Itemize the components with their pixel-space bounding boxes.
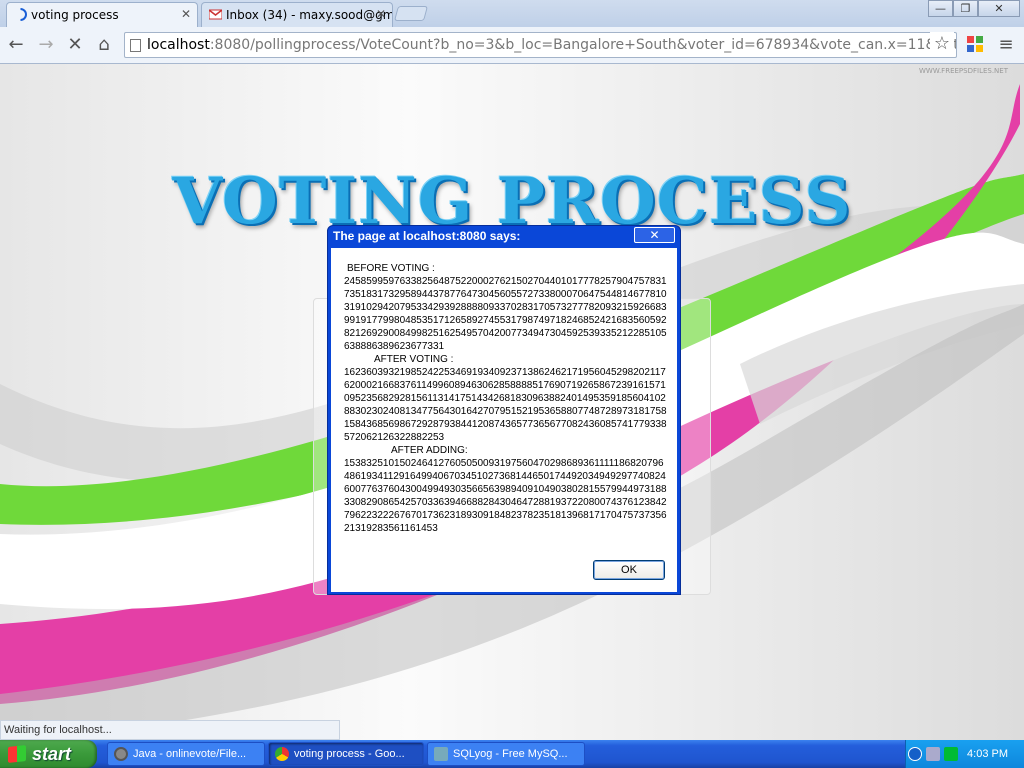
loading-spinner-icon [20,8,27,21]
before-voting-value: 2458599597633825648752200027621502704401… [344,276,667,352]
page-icon [130,39,141,52]
system-tray: 4:03 PM [905,740,1024,768]
taskbar: start Java - onlinevote/File... voting p… [0,740,1024,768]
tab-close-icon[interactable]: ✕ [181,7,191,21]
address-bar[interactable]: localhost:8080/pollingprocess/VoteCount?… [124,32,957,58]
dialog-title: The page at localhost:8080 says: [333,229,521,243]
taskbar-item-chrome[interactable]: voting process - Goo... [268,742,424,766]
tray-app-icon[interactable] [944,747,958,761]
before-voting-label: BEFORE VOTING : [347,263,435,274]
after-adding-label: AFTER ADDING: [391,445,468,456]
after-voting-label: AFTER VOTING : [374,354,454,365]
title-bar: voting process ✕ Inbox (34) - maxy.sood@… [0,0,1024,27]
java-gear-icon [114,747,128,761]
url-host: localhost [147,37,210,53]
taskbar-item-label: Java - onlinevote/File... [133,748,247,760]
dialog-body: BEFORE VOTING : 245859959763382564875220… [331,248,677,592]
taskbar-item-java[interactable]: Java - onlinevote/File... [107,742,265,766]
new-tab-button[interactable] [393,6,429,21]
gmail-icon [209,9,222,20]
tab-label: voting process [31,8,119,22]
home-icon[interactable]: ⌂ [92,33,116,57]
after-adding-value: 1538325101502464127605050093197560470298… [344,458,667,534]
start-button[interactable]: start [0,740,97,768]
stop-icon[interactable]: ✕ [63,33,87,57]
windows-logo-icon [8,745,26,763]
close-window-button[interactable]: ✕ [978,0,1020,17]
chrome-menu-icon[interactable]: ≡ [994,33,1018,57]
url-path: :8080/pollingprocess/VoteCount?b_no=3&b_… [209,37,957,53]
start-label: start [32,744,72,764]
sqlyog-icon [434,747,448,761]
ok-button[interactable]: OK [593,560,665,580]
tab-label: Inbox (34) - maxy.sood@gm [226,8,393,22]
status-bubble: Waiting for localhost... [0,720,340,740]
tab-inbox[interactable]: Inbox (34) - maxy.sood@gm ✕ [201,2,393,27]
taskbar-item-sqlyog[interactable]: SQLyog - Free MySQ... [427,742,585,766]
taskbar-item-label: voting process - Goo... [294,748,405,760]
alert-dialog: The page at localhost:8080 says: ✕ BEFOR… [327,225,681,595]
chrome-icon [275,747,289,761]
extension-icon[interactable] [966,35,984,53]
forward-icon[interactable]: → [34,33,58,57]
clock[interactable]: 4:03 PM [967,740,1008,768]
back-icon[interactable]: ← [4,33,28,57]
browser-window-frame: voting process ✕ Inbox (34) - maxy.sood@… [0,0,1024,64]
tab-voting-process[interactable]: voting process ✕ [6,2,198,27]
dialog-message: BEFORE VOTING : 245859959763382564875220… [344,262,669,535]
dialog-close-button[interactable]: ✕ [634,227,675,243]
minimize-button[interactable]: — [928,0,953,17]
tab-close-icon[interactable]: ✕ [376,7,386,21]
maximize-button[interactable]: ❐ [953,0,978,17]
network-icon[interactable] [926,747,940,761]
navigation-toolbar: ← → ✕ ⌂ localhost:8080/pollingprocess/Vo… [0,27,1024,64]
watermark-text: WWW.FREEPSDFILES.NET [919,67,1008,75]
bookmark-star-icon[interactable]: ☆ [930,32,954,56]
show-hidden-icons-icon[interactable] [908,747,922,761]
taskbar-item-label: SQLyog - Free MySQ... [453,748,568,760]
after-voting-value: 1623603932198524225346919340923713862462… [344,367,667,443]
